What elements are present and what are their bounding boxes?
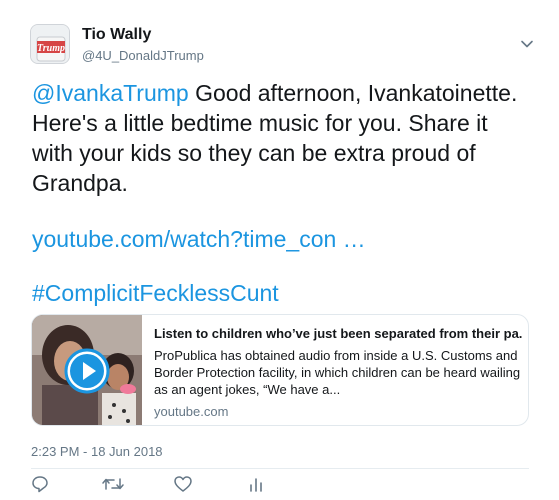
url-link[interactable]: youtube.com/watch?time_con … (32, 224, 366, 254)
retweet-icon[interactable] (101, 474, 125, 494)
avatar[interactable]: Trump (30, 24, 70, 64)
avatar-logo-text: Trump (37, 43, 65, 54)
card-title: Listen to children who’ve just been sepa… (154, 326, 522, 341)
link-card[interactable]: Listen to children who’ve just been sepa… (31, 314, 529, 426)
card-domain: youtube.com (154, 404, 229, 419)
mention-link[interactable]: @IvankaTrump (32, 80, 189, 106)
tweet-timestamp[interactable]: 2:23 PM - 18 Jun 2018 (31, 444, 163, 459)
display-name[interactable]: Tio Wally (82, 26, 151, 44)
tweet: Trump Tio Wally @4U_DonaldJTrump @Ivanka… (0, 0, 559, 500)
card-body: Listen to children who’ve just been sepa… (154, 325, 522, 419)
play-icon[interactable] (64, 348, 110, 394)
user-handle[interactable]: @4U_DonaldJTrump (82, 48, 204, 63)
tweet-text: @IvankaTrump Good afternoon, Ivankatoine… (32, 78, 532, 198)
divider (31, 468, 529, 469)
chevron-down-icon[interactable] (519, 36, 535, 52)
reply-icon[interactable] (30, 474, 50, 494)
card-thumbnail[interactable] (32, 315, 142, 425)
hashtag-link[interactable]: #ComplicitFecklessCunt (32, 278, 279, 308)
card-description: ProPublica has obtained audio from insid… (154, 348, 521, 397)
analytics-icon[interactable] (246, 474, 266, 494)
heart-icon[interactable] (173, 474, 193, 494)
avatar-image: Trump (31, 25, 69, 63)
